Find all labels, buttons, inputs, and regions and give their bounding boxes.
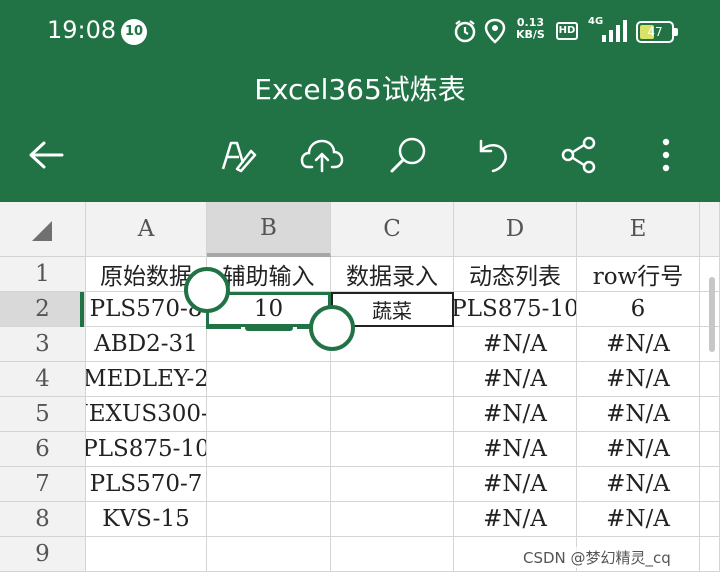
column-header-e[interactable]: E bbox=[577, 202, 700, 257]
selection-end-handle[interactable] bbox=[309, 305, 355, 351]
row-header-5[interactable]: 5 bbox=[0, 397, 86, 432]
select-all-corner[interactable] bbox=[0, 202, 86, 257]
row-header-4[interactable]: 4 bbox=[0, 362, 86, 397]
network-speed: 0.13 KB/S bbox=[516, 17, 545, 41]
cell-a4[interactable]: MEDLEY-2 bbox=[86, 362, 207, 397]
fill-handle[interactable] bbox=[245, 325, 293, 331]
cell-e8[interactable]: #N/A bbox=[577, 502, 700, 537]
row-header-8[interactable]: 8 bbox=[0, 502, 86, 537]
cell-b7[interactable] bbox=[207, 467, 331, 502]
cell-c9[interactable] bbox=[331, 537, 454, 572]
row-header-7[interactable]: 7 bbox=[0, 467, 86, 502]
cell-b8[interactable] bbox=[207, 502, 331, 537]
cell-filler bbox=[700, 397, 720, 432]
battery-level: 47 bbox=[647, 25, 663, 39]
cell-e5[interactable]: #N/A bbox=[577, 397, 700, 432]
cell-b9[interactable] bbox=[207, 537, 331, 572]
cell-c5[interactable] bbox=[331, 397, 454, 432]
cloud-upload-icon[interactable] bbox=[297, 130, 347, 180]
selection-edge-right bbox=[297, 326, 309, 329]
cell-e6[interactable]: #N/A bbox=[577, 432, 700, 467]
select-all-triangle-icon bbox=[32, 221, 52, 241]
active-row-indicator bbox=[80, 292, 84, 327]
cell-d7[interactable]: #N/A bbox=[454, 467, 577, 502]
cell-a8[interactable]: KVS-15 bbox=[86, 502, 207, 537]
cell-c8[interactable] bbox=[331, 502, 454, 537]
page-title: Excel365试炼表 bbox=[254, 73, 466, 106]
cell-d6[interactable]: #N/A bbox=[454, 432, 577, 467]
column-header-filler bbox=[700, 202, 720, 257]
cell-a5[interactable]: NEXUS300-1 bbox=[86, 397, 207, 432]
back-arrow-icon[interactable] bbox=[21, 130, 71, 180]
column-header-a[interactable]: A bbox=[86, 202, 207, 257]
alarm-icon bbox=[452, 18, 478, 48]
cell-b4[interactable] bbox=[207, 362, 331, 397]
hd-badge: HD bbox=[556, 22, 578, 40]
row-header-6[interactable]: 6 bbox=[0, 432, 86, 467]
signal-icon bbox=[600, 18, 628, 48]
cell-c1[interactable]: 数据录入 bbox=[331, 257, 454, 292]
location-icon bbox=[484, 18, 506, 48]
cell-c7[interactable] bbox=[331, 467, 454, 502]
cell-d2[interactable]: PLS875-10 bbox=[454, 292, 577, 327]
cell-filler bbox=[700, 362, 720, 397]
cell-b6[interactable] bbox=[207, 432, 331, 467]
cell-e1[interactable]: row行号 bbox=[577, 257, 700, 292]
cell-filler bbox=[700, 537, 720, 572]
cell-e2[interactable]: 6 bbox=[577, 292, 700, 327]
column-header-c[interactable]: C bbox=[331, 202, 454, 257]
cell-b5[interactable] bbox=[207, 397, 331, 432]
selection-edge-left bbox=[206, 326, 241, 329]
cell-d5[interactable]: #N/A bbox=[454, 397, 577, 432]
column-header-b[interactable]: B bbox=[207, 202, 331, 257]
pen-icon[interactable] bbox=[212, 130, 262, 180]
watermark-text: CSDN @梦幻精灵_cq bbox=[523, 547, 671, 568]
cell-d4[interactable]: #N/A bbox=[454, 362, 577, 397]
cell-a7[interactable]: PLS570-7 bbox=[86, 467, 207, 502]
cell-filler bbox=[700, 467, 720, 502]
column-header-d[interactable]: D bbox=[454, 202, 577, 257]
cell-a9[interactable] bbox=[86, 537, 207, 572]
cell-d1[interactable]: 动态列表 bbox=[454, 257, 577, 292]
selection-start-handle[interactable] bbox=[184, 267, 230, 313]
battery-icon: 47 bbox=[636, 21, 678, 43]
cell-a3[interactable]: ABD2-31 bbox=[86, 327, 207, 362]
vertical-scrollbar[interactable] bbox=[709, 277, 715, 352]
notification-badge: 10 bbox=[121, 19, 147, 45]
cell-e7[interactable]: #N/A bbox=[577, 467, 700, 502]
status-time: 19:08 bbox=[47, 16, 117, 44]
cell-filler bbox=[700, 502, 720, 537]
cell-d8[interactable]: #N/A bbox=[454, 502, 577, 537]
share-icon[interactable] bbox=[554, 130, 604, 180]
more-vertical-icon[interactable] bbox=[641, 130, 691, 180]
row-header-9[interactable]: 9 bbox=[0, 537, 86, 572]
search-icon[interactable] bbox=[383, 130, 433, 180]
undo-icon[interactable] bbox=[468, 130, 518, 180]
row-header-3[interactable]: 3 bbox=[0, 327, 86, 362]
cell-c6[interactable] bbox=[331, 432, 454, 467]
speed-unit: KB/S bbox=[516, 28, 545, 41]
cell-e3[interactable]: #N/A bbox=[577, 327, 700, 362]
spreadsheet-grid[interactable]: A B C D E 1 原始数据 辅助输入 数据录入 动态列表 row行号 2 PLS570-8 10 蔬菜… bbox=[0, 202, 720, 577]
cell-e4[interactable]: #N/A bbox=[577, 362, 700, 397]
cell-filler bbox=[700, 432, 720, 467]
cell-a6[interactable]: PLS875-10 bbox=[86, 432, 207, 467]
row-header-2[interactable]: 2 bbox=[0, 292, 86, 327]
cell-c4[interactable] bbox=[331, 362, 454, 397]
status-bar: 19:08 10 0.13 KB/S HD 4G 47 bbox=[0, 0, 720, 64]
cell-d3[interactable]: #N/A bbox=[454, 327, 577, 362]
app-header: 19:08 10 0.13 KB/S HD 4G 47 Excel365试炼表 bbox=[0, 0, 720, 202]
row-header-1[interactable]: 1 bbox=[0, 257, 86, 292]
